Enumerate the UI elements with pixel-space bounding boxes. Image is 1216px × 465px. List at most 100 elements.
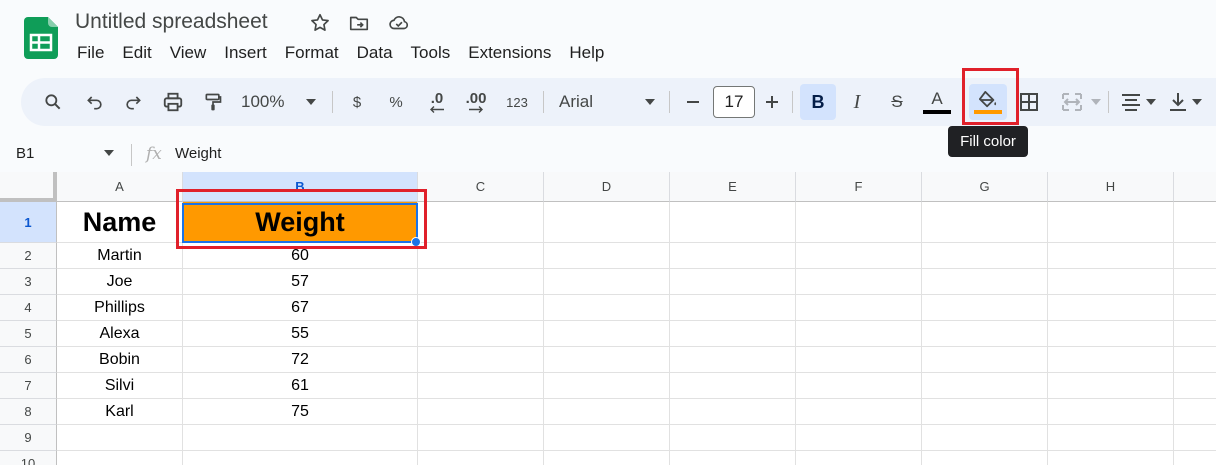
cell-d7[interactable]	[544, 373, 670, 399]
cell-i1[interactable]	[1174, 202, 1216, 243]
cell-g5[interactable]	[922, 321, 1048, 347]
cell-d6[interactable]	[544, 347, 670, 373]
menu-format[interactable]: Format	[276, 42, 348, 64]
row-header-8[interactable]: 8	[0, 399, 57, 425]
document-title[interactable]: Untitled spreadsheet	[75, 10, 268, 34]
formula-input[interactable]: Weight	[175, 145, 221, 162]
cell-b7[interactable]: 61	[183, 373, 418, 399]
currency-format-button[interactable]: $	[347, 78, 367, 126]
cell-e2[interactable]	[670, 243, 796, 269]
select-all-corner[interactable]	[0, 172, 57, 202]
cell-i9[interactable]	[1174, 425, 1216, 451]
cell-h6[interactable]	[1048, 347, 1174, 373]
menu-file[interactable]: File	[68, 42, 113, 64]
cell-g10[interactable]	[922, 451, 1048, 465]
cell-f9[interactable]	[796, 425, 922, 451]
zoom-dropdown-icon[interactable]	[304, 78, 318, 126]
menu-insert[interactable]: Insert	[215, 42, 276, 64]
horizontal-align-dropdown-icon[interactable]	[1145, 78, 1157, 126]
cell-e8[interactable]	[670, 399, 796, 425]
cell-c5[interactable]	[418, 321, 544, 347]
cell-h1[interactable]	[1048, 202, 1174, 243]
row-header-9[interactable]: 9	[0, 425, 57, 451]
cell-e4[interactable]	[670, 295, 796, 321]
cell-h9[interactable]	[1048, 425, 1174, 451]
column-header-g[interactable]: G	[922, 172, 1048, 202]
cell-g7[interactable]	[922, 373, 1048, 399]
cell-i5[interactable]	[1174, 321, 1216, 347]
column-header-h[interactable]: H	[1048, 172, 1174, 202]
cell-d5[interactable]	[544, 321, 670, 347]
move-to-folder-icon[interactable]	[347, 11, 371, 35]
font-size-input[interactable]: 17	[713, 86, 755, 118]
cell-a4[interactable]: Phillips	[57, 295, 183, 321]
row-header-6[interactable]: 6	[0, 347, 57, 373]
cell-d1[interactable]	[544, 202, 670, 243]
cell-c2[interactable]	[418, 243, 544, 269]
borders-icon[interactable]	[1017, 78, 1041, 126]
cell-f5[interactable]	[796, 321, 922, 347]
merge-dropdown-icon[interactable]	[1090, 78, 1102, 126]
cell-f7[interactable]	[796, 373, 922, 399]
cell-a10[interactable]	[57, 451, 183, 465]
menu-data[interactable]: Data	[348, 42, 402, 64]
cell-c9[interactable]	[418, 425, 544, 451]
cell-b5[interactable]: 55	[183, 321, 418, 347]
cell-b3[interactable]: 57	[183, 269, 418, 295]
redo-icon[interactable]	[119, 78, 147, 126]
row-header-3[interactable]: 3	[0, 269, 57, 295]
zoom-select[interactable]: 100%	[241, 78, 297, 126]
column-header-c[interactable]: C	[418, 172, 544, 202]
name-box-dropdown-icon[interactable]	[104, 150, 114, 156]
cell-a6[interactable]: Bobin	[57, 347, 183, 373]
cell-a8[interactable]: Karl	[57, 399, 183, 425]
cell-c7[interactable]	[418, 373, 544, 399]
cell-e10[interactable]	[670, 451, 796, 465]
cell-e6[interactable]	[670, 347, 796, 373]
increase-font-size-icon[interactable]	[761, 78, 783, 126]
cell-b10[interactable]	[183, 451, 418, 465]
font-dropdown-icon[interactable]	[643, 78, 657, 126]
increase-decimal-button[interactable]: .00	[459, 78, 493, 126]
column-header-a[interactable]: A	[57, 172, 183, 202]
cell-h7[interactable]	[1048, 373, 1174, 399]
column-header-f[interactable]: F	[796, 172, 922, 202]
cell-d8[interactable]	[544, 399, 670, 425]
cell-c10[interactable]	[418, 451, 544, 465]
undo-icon[interactable]	[81, 78, 109, 126]
paint-format-icon[interactable]	[199, 78, 227, 126]
cell-d2[interactable]	[544, 243, 670, 269]
cell-e7[interactable]	[670, 373, 796, 399]
text-color-button[interactable]: A	[921, 78, 953, 126]
cell-a5[interactable]: Alexa	[57, 321, 183, 347]
more-formats-button[interactable]: 123	[502, 78, 532, 126]
cell-a7[interactable]: Silvi	[57, 373, 183, 399]
column-header-d[interactable]: D	[544, 172, 670, 202]
cell-a9[interactable]	[57, 425, 183, 451]
cell-e5[interactable]	[670, 321, 796, 347]
cell-i2[interactable]	[1174, 243, 1216, 269]
cell-b8[interactable]: 75	[183, 399, 418, 425]
cell-b6[interactable]: 72	[183, 347, 418, 373]
row-header-1[interactable]: 1	[0, 202, 57, 243]
cell-g9[interactable]	[922, 425, 1048, 451]
strikethrough-button[interactable]: S	[885, 78, 909, 126]
percent-format-button[interactable]: %	[385, 78, 407, 126]
cell-g3[interactable]	[922, 269, 1048, 295]
cell-c4[interactable]	[418, 295, 544, 321]
cell-f10[interactable]	[796, 451, 922, 465]
cell-e3[interactable]	[670, 269, 796, 295]
font-select[interactable]: Arial	[559, 78, 639, 126]
cell-c6[interactable]	[418, 347, 544, 373]
cell-i4[interactable]	[1174, 295, 1216, 321]
vertical-align-dropdown-icon[interactable]	[1191, 78, 1203, 126]
menu-extensions[interactable]: Extensions	[459, 42, 560, 64]
cell-c3[interactable]	[418, 269, 544, 295]
cell-a2[interactable]: Martin	[57, 243, 183, 269]
cell-f8[interactable]	[796, 399, 922, 425]
cell-e9[interactable]	[670, 425, 796, 451]
row-header-5[interactable]: 5	[0, 321, 57, 347]
row-header-10[interactable]: 10	[0, 451, 57, 465]
star-icon[interactable]	[308, 11, 332, 35]
decrease-font-size-icon[interactable]	[682, 78, 704, 126]
